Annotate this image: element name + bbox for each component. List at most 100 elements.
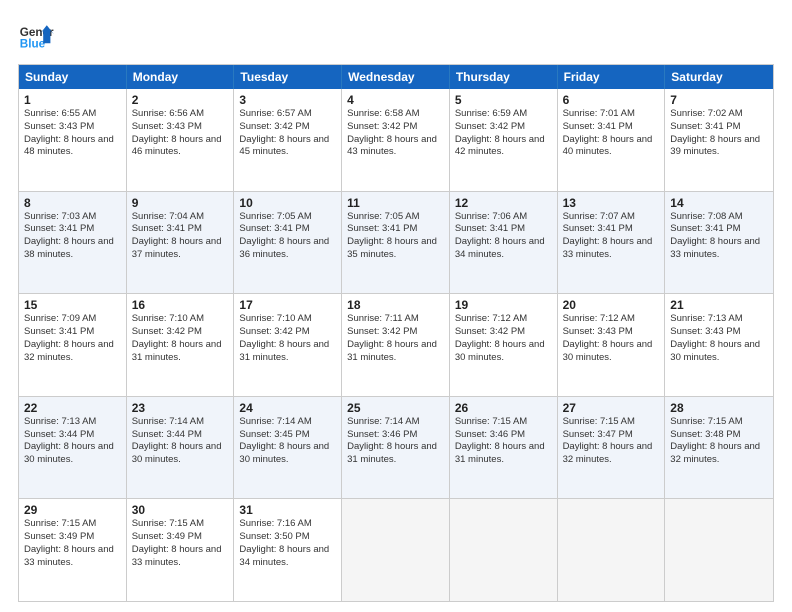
- day-number: 24: [239, 401, 336, 415]
- calendar-cell: 20Sunrise: 7:12 AM Sunset: 3:43 PM Dayli…: [558, 294, 666, 396]
- calendar-cell: 14Sunrise: 7:08 AM Sunset: 3:41 PM Dayli…: [665, 192, 773, 294]
- day-of-week-saturday: Saturday: [665, 65, 773, 89]
- day-info: Sunrise: 7:14 AM Sunset: 3:46 PM Dayligh…: [347, 416, 444, 467]
- day-info: Sunrise: 7:12 AM Sunset: 3:42 PM Dayligh…: [455, 313, 552, 364]
- day-number: 26: [455, 401, 552, 415]
- calendar-cell: 12Sunrise: 7:06 AM Sunset: 3:41 PM Dayli…: [450, 192, 558, 294]
- day-info: Sunrise: 7:15 AM Sunset: 3:48 PM Dayligh…: [670, 416, 768, 467]
- day-info: Sunrise: 7:05 AM Sunset: 3:41 PM Dayligh…: [347, 211, 444, 262]
- day-number: 6: [563, 93, 660, 107]
- day-number: 9: [132, 196, 229, 210]
- day-of-week-thursday: Thursday: [450, 65, 558, 89]
- calendar-cell: 5Sunrise: 6:59 AM Sunset: 3:42 PM Daylig…: [450, 89, 558, 191]
- day-info: Sunrise: 7:15 AM Sunset: 3:49 PM Dayligh…: [132, 518, 229, 569]
- calendar-cell: 25Sunrise: 7:14 AM Sunset: 3:46 PM Dayli…: [342, 397, 450, 499]
- day-info: Sunrise: 7:08 AM Sunset: 3:41 PM Dayligh…: [670, 211, 768, 262]
- calendar-row: 29Sunrise: 7:15 AM Sunset: 3:49 PM Dayli…: [19, 498, 773, 601]
- calendar-cell: 4Sunrise: 6:58 AM Sunset: 3:42 PM Daylig…: [342, 89, 450, 191]
- calendar-cell: 31Sunrise: 7:16 AM Sunset: 3:50 PM Dayli…: [234, 499, 342, 601]
- calendar-cell: 28Sunrise: 7:15 AM Sunset: 3:48 PM Dayli…: [665, 397, 773, 499]
- day-number: 23: [132, 401, 229, 415]
- day-info: Sunrise: 7:03 AM Sunset: 3:41 PM Dayligh…: [24, 211, 121, 262]
- day-of-week-tuesday: Tuesday: [234, 65, 342, 89]
- day-number: 21: [670, 298, 768, 312]
- calendar-cell: 15Sunrise: 7:09 AM Sunset: 3:41 PM Dayli…: [19, 294, 127, 396]
- calendar-cell: 27Sunrise: 7:15 AM Sunset: 3:47 PM Dayli…: [558, 397, 666, 499]
- day-info: Sunrise: 7:13 AM Sunset: 3:44 PM Dayligh…: [24, 416, 121, 467]
- day-info: Sunrise: 7:14 AM Sunset: 3:45 PM Dayligh…: [239, 416, 336, 467]
- day-info: Sunrise: 6:58 AM Sunset: 3:42 PM Dayligh…: [347, 108, 444, 159]
- day-info: Sunrise: 7:15 AM Sunset: 3:46 PM Dayligh…: [455, 416, 552, 467]
- calendar-cell: 8Sunrise: 7:03 AM Sunset: 3:41 PM Daylig…: [19, 192, 127, 294]
- calendar-row: 22Sunrise: 7:13 AM Sunset: 3:44 PM Dayli…: [19, 396, 773, 499]
- day-info: Sunrise: 7:12 AM Sunset: 3:43 PM Dayligh…: [563, 313, 660, 364]
- calendar-cell: 21Sunrise: 7:13 AM Sunset: 3:43 PM Dayli…: [665, 294, 773, 396]
- calendar-cell: 2Sunrise: 6:56 AM Sunset: 3:43 PM Daylig…: [127, 89, 235, 191]
- header: General Blue: [18, 18, 774, 54]
- day-number: 15: [24, 298, 121, 312]
- calendar-row: 8Sunrise: 7:03 AM Sunset: 3:41 PM Daylig…: [19, 191, 773, 294]
- calendar-cell: 23Sunrise: 7:14 AM Sunset: 3:44 PM Dayli…: [127, 397, 235, 499]
- calendar-cell: 19Sunrise: 7:12 AM Sunset: 3:42 PM Dayli…: [450, 294, 558, 396]
- calendar-cell: 29Sunrise: 7:15 AM Sunset: 3:49 PM Dayli…: [19, 499, 127, 601]
- calendar-cell: 13Sunrise: 7:07 AM Sunset: 3:41 PM Dayli…: [558, 192, 666, 294]
- day-number: 16: [132, 298, 229, 312]
- day-number: 31: [239, 503, 336, 517]
- day-number: 27: [563, 401, 660, 415]
- day-of-week-wednesday: Wednesday: [342, 65, 450, 89]
- day-number: 19: [455, 298, 552, 312]
- calendar-cell: 26Sunrise: 7:15 AM Sunset: 3:46 PM Dayli…: [450, 397, 558, 499]
- day-info: Sunrise: 7:07 AM Sunset: 3:41 PM Dayligh…: [563, 211, 660, 262]
- day-info: Sunrise: 7:02 AM Sunset: 3:41 PM Dayligh…: [670, 108, 768, 159]
- day-info: Sunrise: 6:57 AM Sunset: 3:42 PM Dayligh…: [239, 108, 336, 159]
- calendar-cell: 30Sunrise: 7:15 AM Sunset: 3:49 PM Dayli…: [127, 499, 235, 601]
- day-number: 22: [24, 401, 121, 415]
- page: General Blue SundayMondayTuesdayWednesda…: [0, 0, 792, 612]
- day-info: Sunrise: 7:09 AM Sunset: 3:41 PM Dayligh…: [24, 313, 121, 364]
- calendar-cell: 7Sunrise: 7:02 AM Sunset: 3:41 PM Daylig…: [665, 89, 773, 191]
- calendar-cell: 17Sunrise: 7:10 AM Sunset: 3:42 PM Dayli…: [234, 294, 342, 396]
- day-number: 4: [347, 93, 444, 107]
- day-info: Sunrise: 7:13 AM Sunset: 3:43 PM Dayligh…: [670, 313, 768, 364]
- day-info: Sunrise: 6:59 AM Sunset: 3:42 PM Dayligh…: [455, 108, 552, 159]
- calendar-cell: 18Sunrise: 7:11 AM Sunset: 3:42 PM Dayli…: [342, 294, 450, 396]
- day-number: 13: [563, 196, 660, 210]
- calendar-cell: 22Sunrise: 7:13 AM Sunset: 3:44 PM Dayli…: [19, 397, 127, 499]
- day-number: 1: [24, 93, 121, 107]
- day-number: 30: [132, 503, 229, 517]
- day-number: 28: [670, 401, 768, 415]
- day-number: 10: [239, 196, 336, 210]
- day-info: Sunrise: 7:11 AM Sunset: 3:42 PM Dayligh…: [347, 313, 444, 364]
- calendar-header: SundayMondayTuesdayWednesdayThursdayFrid…: [19, 65, 773, 89]
- day-number: 17: [239, 298, 336, 312]
- calendar-cell: 3Sunrise: 6:57 AM Sunset: 3:42 PM Daylig…: [234, 89, 342, 191]
- day-info: Sunrise: 7:14 AM Sunset: 3:44 PM Dayligh…: [132, 416, 229, 467]
- day-number: 14: [670, 196, 768, 210]
- day-of-week-monday: Monday: [127, 65, 235, 89]
- day-info: Sunrise: 6:55 AM Sunset: 3:43 PM Dayligh…: [24, 108, 121, 159]
- calendar-row: 1Sunrise: 6:55 AM Sunset: 3:43 PM Daylig…: [19, 89, 773, 191]
- day-info: Sunrise: 7:06 AM Sunset: 3:41 PM Dayligh…: [455, 211, 552, 262]
- calendar-cell: 1Sunrise: 6:55 AM Sunset: 3:43 PM Daylig…: [19, 89, 127, 191]
- day-number: 12: [455, 196, 552, 210]
- day-number: 11: [347, 196, 444, 210]
- calendar-cell: 24Sunrise: 7:14 AM Sunset: 3:45 PM Dayli…: [234, 397, 342, 499]
- calendar: SundayMondayTuesdayWednesdayThursdayFrid…: [18, 64, 774, 602]
- calendar-cell: 16Sunrise: 7:10 AM Sunset: 3:42 PM Dayli…: [127, 294, 235, 396]
- day-info: Sunrise: 7:10 AM Sunset: 3:42 PM Dayligh…: [239, 313, 336, 364]
- calendar-body: 1Sunrise: 6:55 AM Sunset: 3:43 PM Daylig…: [19, 89, 773, 601]
- calendar-cell: [450, 499, 558, 601]
- day-info: Sunrise: 7:15 AM Sunset: 3:49 PM Dayligh…: [24, 518, 121, 569]
- calendar-cell: 11Sunrise: 7:05 AM Sunset: 3:41 PM Dayli…: [342, 192, 450, 294]
- calendar-cell: [558, 499, 666, 601]
- day-number: 5: [455, 93, 552, 107]
- day-of-week-friday: Friday: [558, 65, 666, 89]
- calendar-cell: 10Sunrise: 7:05 AM Sunset: 3:41 PM Dayli…: [234, 192, 342, 294]
- calendar-cell: 9Sunrise: 7:04 AM Sunset: 3:41 PM Daylig…: [127, 192, 235, 294]
- day-info: Sunrise: 7:01 AM Sunset: 3:41 PM Dayligh…: [563, 108, 660, 159]
- calendar-row: 15Sunrise: 7:09 AM Sunset: 3:41 PM Dayli…: [19, 293, 773, 396]
- day-info: Sunrise: 7:16 AM Sunset: 3:50 PM Dayligh…: [239, 518, 336, 569]
- day-info: Sunrise: 7:04 AM Sunset: 3:41 PM Dayligh…: [132, 211, 229, 262]
- day-number: 25: [347, 401, 444, 415]
- svg-text:Blue: Blue: [20, 38, 46, 51]
